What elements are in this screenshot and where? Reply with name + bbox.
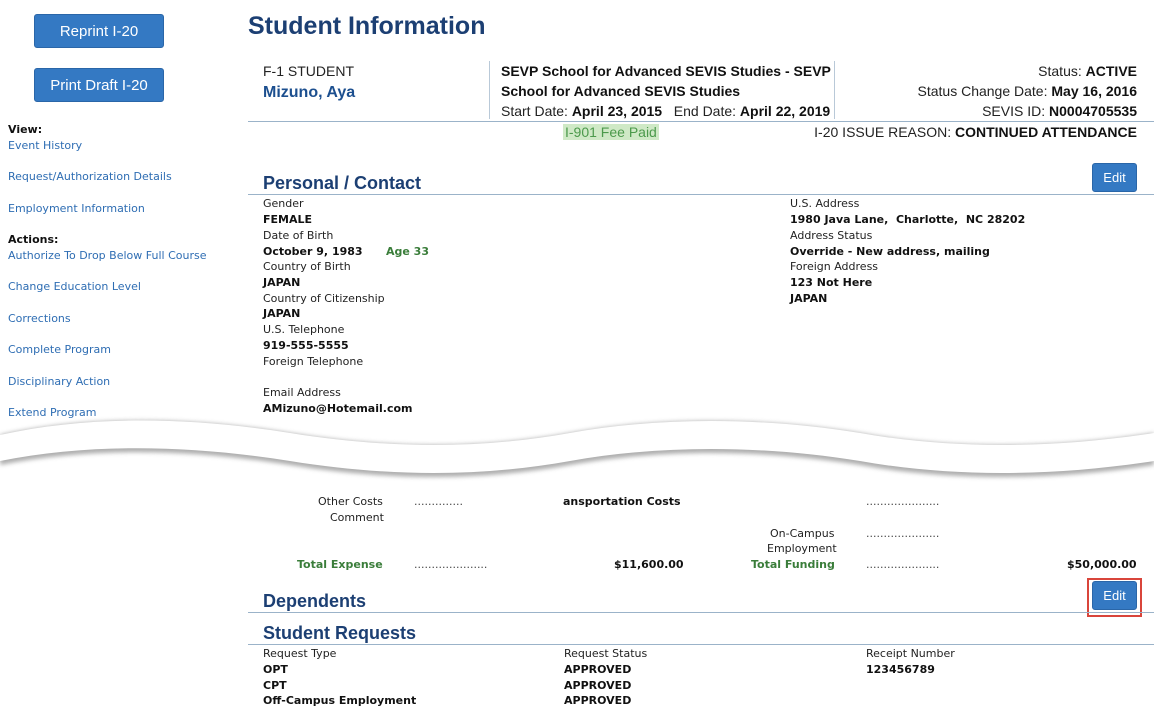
transportation-dots: ..................... [866,495,940,508]
event-history-link[interactable]: Event History [8,139,82,152]
comment-label: Comment [330,511,384,524]
other-costs-label: Other Costs [318,495,383,508]
dob-value: October 9, 1983 [263,245,363,258]
student-name: Mizuno, Aya [263,84,356,101]
request-status-header: Request Status [564,647,648,660]
foreign-address-line1: 123 Not Here [790,276,873,289]
i901-fee-badge: I-901 Fee Paid [563,124,659,140]
request-type-header: Request Type [263,647,337,660]
us-address-label: U.S. Address [790,197,860,210]
program-dates: Start Date: April 23, 2015 End Date: Apr… [501,103,830,119]
oncampus-label-line2: Employment [767,542,837,555]
us-phone-value: 919-555-5555 [263,339,349,352]
student-type: F-1 STUDENT [263,63,354,79]
status-label: Status: [1038,63,1082,79]
issue-reason-value: CONTINUED ATTENDANCE [955,124,1137,140]
end-date-label: End Date: [673,103,737,119]
request-type-cell: OPT [263,663,288,676]
citizenship-label: Country of Citizenship [263,292,385,305]
dependents-rule [248,612,1154,613]
authorize-drop-below-full-course-link[interactable]: Authorize To Drop Below Full Course [8,249,206,262]
us-address-value: 1980 Java Lane, Charlotte, NC 28202 [790,213,1026,226]
start-date-label: Start Date: [501,103,568,119]
status-change-line: Status Change Date: May 16, 2016 [918,83,1138,99]
end-date-value: April 22, 2019 [739,103,831,119]
citizenship-value: JAPAN [263,307,301,320]
disciplinary-action-link[interactable]: Disciplinary Action [8,375,110,388]
request-authorization-details-link[interactable]: Request/Authorization Details [8,170,172,183]
receipt-number-header: Receipt Number [866,647,955,660]
total-funding-dots: ..................... [866,558,940,571]
personal-edit-button[interactable]: Edit [1092,163,1137,192]
status-value: ACTIVE [1085,63,1137,79]
total-funding-value: $50,000.00 [1067,558,1137,571]
request-type-cell: CPT [263,679,287,692]
address-status-value: Override - New address, mailing [790,245,990,258]
gender-label: Gender [263,197,304,210]
page-break-wave [0,420,1154,477]
print-draft-i20-button[interactable]: Print Draft I-20 [34,68,164,102]
school-name-line1: SEVP School for Advanced SEVIS Studies -… [501,63,831,79]
total-funding-label: Total Funding [751,558,835,571]
corrections-link[interactable]: Corrections [8,312,71,325]
student-requests-title: Student Requests [263,623,417,643]
dob-label: Date of Birth [263,229,334,242]
status-change-value: May 16, 2016 [1051,83,1137,99]
request-status-cell: APPROVED [564,679,632,692]
header-rule [248,121,1154,122]
address-status-label: Address Status [790,229,873,242]
header-divider-right [834,61,835,119]
age-value: Age 33 [386,245,429,258]
foreign-address-line2: JAPAN [790,292,828,305]
foreign-address-label: Foreign Address [790,260,879,273]
request-status-cell: APPROVED [564,663,632,676]
actions-heading: Actions: [8,233,59,246]
foreign-phone-label: Foreign Telephone [263,355,364,368]
sevis-id-line: SEVIS ID: N0004705535 [982,103,1137,119]
transportation-costs-label: ansportation Costs [563,495,681,508]
start-date-value: April 23, 2015 [571,103,663,119]
other-costs-dots: .............. [414,495,463,508]
reprint-i20-button[interactable]: Reprint I-20 [34,14,164,48]
sevis-id-value: N0004705535 [1049,103,1137,119]
birth-country-label: Country of Birth [263,260,351,273]
personal-rule [248,194,1154,195]
status-line: Status: ACTIVE [1038,63,1137,79]
request-status-cell: APPROVED [564,694,632,707]
email-label: Email Address [263,386,341,399]
issue-reason: I-20 ISSUE REASON: CONTINUED ATTENDANCE [814,124,1137,140]
total-expense-dots: ..................... [414,558,488,571]
personal-contact-title: Personal / Contact [263,173,422,193]
page-title: Student Information [248,12,486,40]
birth-country-value: JAPAN [263,276,301,289]
us-phone-label: U.S. Telephone [263,323,345,336]
status-change-label: Status Change Date: [917,83,1048,99]
dependents-title: Dependents [263,591,367,611]
requests-rule [248,644,1154,645]
oncampus-label-line1: On-Campus [770,527,835,540]
total-expense-label: Total Expense [297,558,383,571]
employment-information-link[interactable]: Employment Information [8,202,145,215]
request-type-cell: Off-Campus Employment [263,694,417,707]
change-education-level-link[interactable]: Change Education Level [8,280,141,293]
complete-program-link[interactable]: Complete Program [8,343,111,356]
issue-reason-label: I-20 ISSUE REASON: [814,124,952,140]
school-name-line2: School for Advanced SEVIS Studies [501,83,741,99]
gender-value: FEMALE [263,213,313,226]
header-divider-left [489,61,490,119]
oncampus-dots: ..................... [866,527,940,540]
sevis-id-label: SEVIS ID: [982,103,1046,119]
receipt-number-cell: 123456789 [866,663,935,676]
total-expense-value: $11,600.00 [614,558,684,571]
view-heading: View: [8,123,43,136]
